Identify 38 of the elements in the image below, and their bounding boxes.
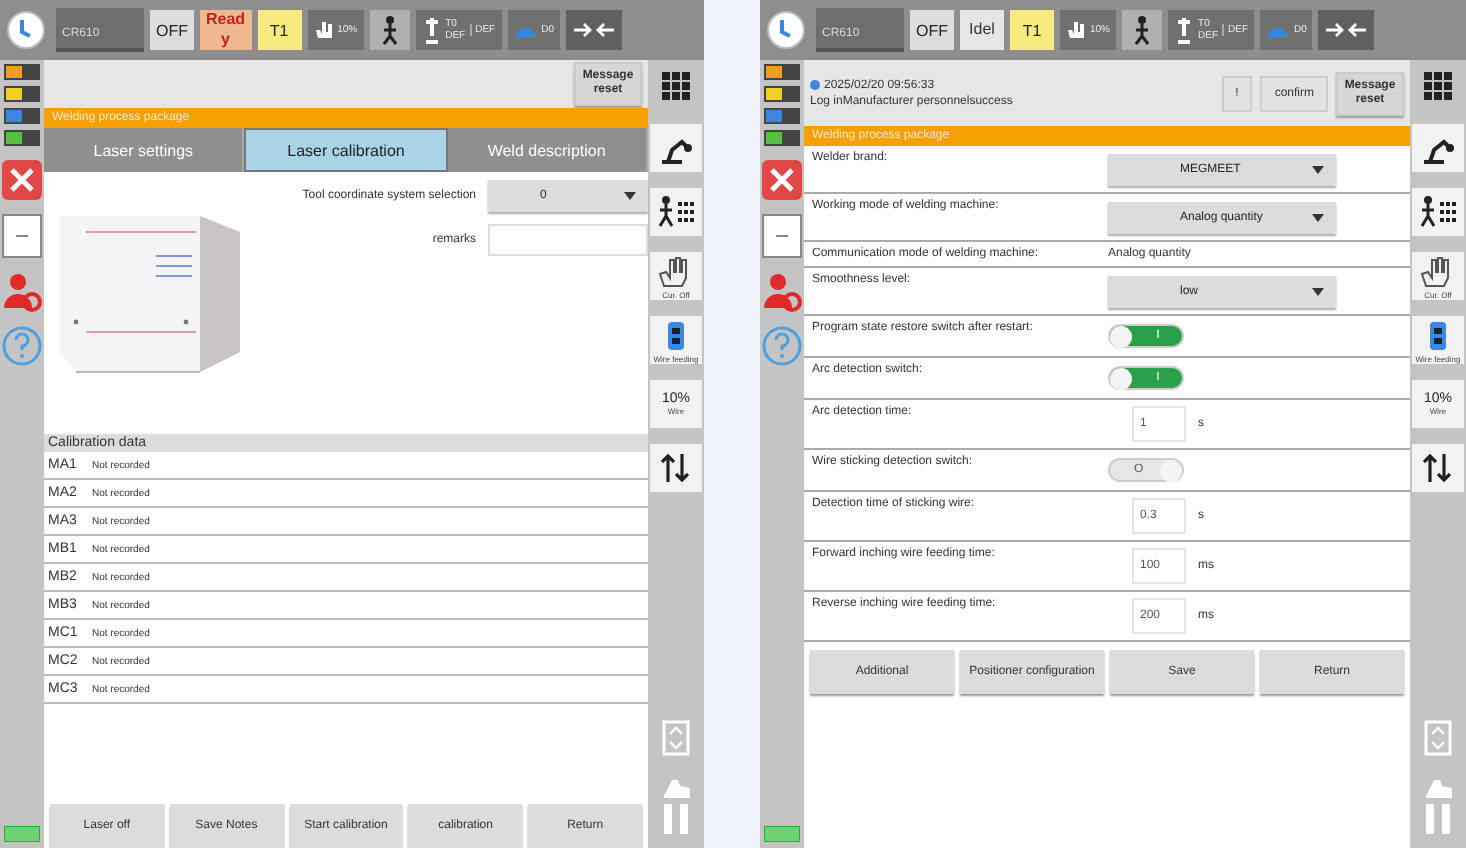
- mode-indicator[interactable]: T1: [1010, 10, 1054, 50]
- tool-button[interactable]: [650, 188, 702, 236]
- run-state[interactable]: Idel: [960, 10, 1004, 50]
- dropdown-caret-icon: [1312, 287, 1324, 295]
- tool-button[interactable]: [1412, 444, 1464, 492]
- info-dot-icon: [810, 80, 820, 90]
- hand-icon: [313, 20, 334, 40]
- dropdown-caret-icon: [624, 192, 636, 200]
- walking-grid-icon: [656, 194, 696, 230]
- servo-status[interactable]: OFF: [910, 10, 954, 50]
- dropdown-caret-icon: [1312, 213, 1324, 221]
- tool-button[interactable]: [1412, 188, 1464, 236]
- tab[interactable]: Laser calibration: [244, 128, 448, 172]
- app-grid-icon[interactable]: [662, 72, 690, 100]
- tool-stand-icon: [1174, 16, 1195, 44]
- step-arrows-icon[interactable]: [565, 10, 622, 50]
- tool-button[interactable]: [650, 444, 702, 492]
- walking-grid-icon: [1418, 194, 1458, 230]
- remarks-input[interactable]: [488, 224, 648, 256]
- tool-stand-icon: [421, 16, 442, 44]
- battery-icon: [764, 826, 800, 842]
- tool-button[interactable]: [650, 124, 702, 172]
- close-icon[interactable]: [762, 160, 802, 200]
- minimize-icon[interactable]: [762, 214, 802, 258]
- user-settings-icon[interactable]: [2, 272, 42, 312]
- hand-icon: [1066, 20, 1086, 40]
- close-icon[interactable]: [2, 160, 42, 200]
- dropdown-caret-icon: [1312, 165, 1324, 173]
- minimize-icon[interactable]: [2, 214, 42, 258]
- app-grid-icon[interactable]: [1424, 72, 1452, 100]
- mode-indicator[interactable]: T1: [257, 10, 302, 50]
- battery-icon: [4, 826, 40, 842]
- walking-person-icon[interactable]: [369, 10, 410, 50]
- user-settings-icon[interactable]: [762, 272, 802, 312]
- walking-person-icon[interactable]: [1122, 10, 1163, 50]
- tool-button[interactable]: [1412, 124, 1464, 172]
- step-arrows-icon[interactable]: [1318, 10, 1375, 50]
- servo-status[interactable]: OFF: [150, 10, 194, 50]
